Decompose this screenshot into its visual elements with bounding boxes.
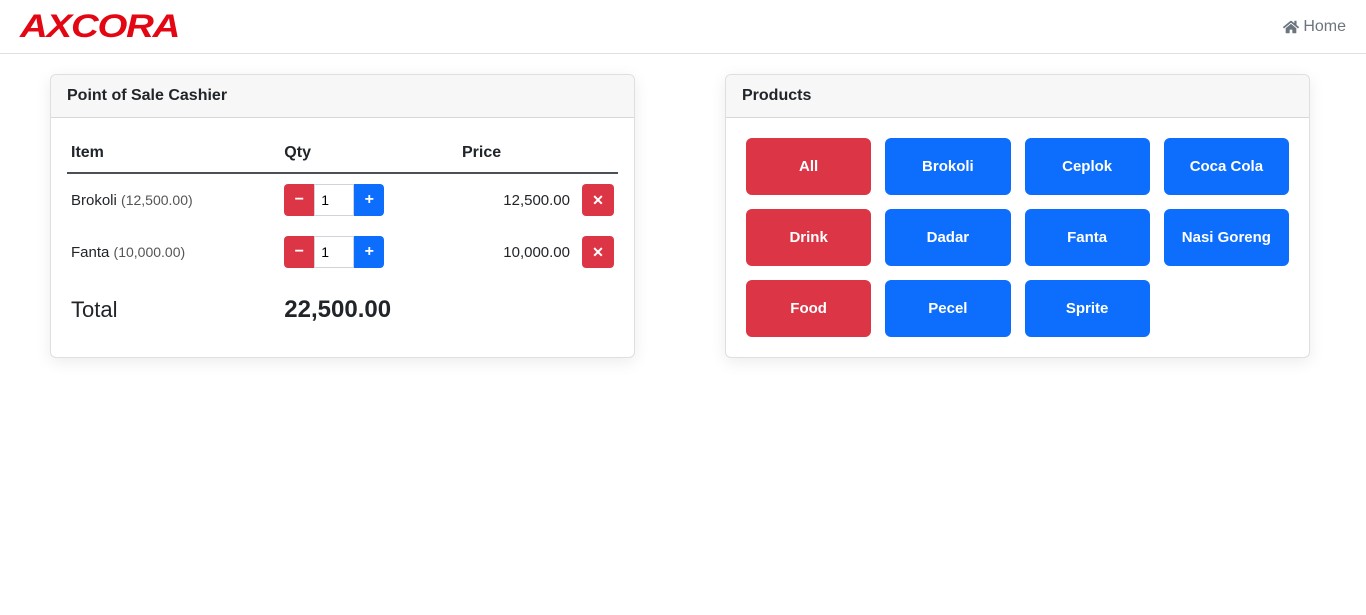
navbar: AXCORA Home — [0, 0, 1366, 54]
qty-plus-button[interactable]: + — [354, 184, 384, 216]
quantity-stepper: −+ — [284, 184, 454, 216]
product-button-sprite[interactable]: Sprite — [1025, 280, 1150, 337]
cashier-title: Point of Sale Cashier — [51, 75, 634, 118]
table-row: Fanta (10,000.00)−+10,000.00✕ — [67, 226, 618, 278]
qty-minus-button[interactable]: − — [284, 184, 314, 216]
price-cell: 12,500.00 — [458, 173, 578, 226]
product-button-nasi-goreng[interactable]: Nasi Goreng — [1164, 209, 1289, 266]
product-button-ceplok[interactable]: Ceplok — [1025, 138, 1150, 195]
product-button-pecel[interactable]: Pecel — [885, 280, 1010, 337]
product-button-all[interactable]: All — [746, 138, 871, 195]
cashier-panel: Point of Sale Cashier Item Qty Price Bro… — [50, 74, 635, 358]
product-button-food[interactable]: Food — [746, 280, 871, 337]
total-row: Total22,500.00 — [67, 278, 618, 334]
products-panel: Products AllBrokoli CeplokCoca Cola DrinkD… — [725, 74, 1310, 358]
item-unit-price: (10,000.00) — [114, 244, 186, 260]
brand-logo: AXCORA — [20, 8, 179, 45]
item-name: Brokoli — [71, 192, 117, 209]
qty-cell: −+ — [280, 173, 458, 226]
product-button-dadar[interactable]: Dadar — [885, 209, 1010, 266]
products-title: Products — [726, 75, 1309, 118]
item-cell: Brokoli (12,500.00) — [67, 173, 280, 226]
qty-input[interactable] — [314, 184, 354, 216]
col-delete — [578, 134, 618, 173]
delete-cell: ✕ — [578, 226, 618, 278]
product-button-coca-cola[interactable]: Coca Cola — [1164, 138, 1289, 195]
delete-cell: ✕ — [578, 173, 618, 226]
product-button-drink[interactable]: Drink — [746, 209, 871, 266]
product-grid: AllBrokoli CeplokCoca Cola DrinkDadar Fanta… — [726, 118, 1309, 357]
total-label: Total — [67, 278, 280, 334]
price-cell: 10,000.00 — [458, 226, 578, 278]
col-item: Item — [67, 134, 280, 173]
table-row: Brokoli (12,500.00)−+12,500.00✕ — [67, 173, 618, 226]
col-price: Price — [458, 134, 578, 173]
qty-plus-button[interactable]: + — [354, 236, 384, 268]
home-link[interactable]: Home — [1283, 18, 1346, 36]
total-value: 22,500.00 — [280, 278, 618, 334]
cashier-table: Item Qty Price Brokoli (12,500.00)−+12,5… — [67, 134, 618, 334]
qty-input[interactable] — [314, 236, 354, 268]
qty-cell: −+ — [280, 226, 458, 278]
qty-minus-button[interactable]: − — [284, 236, 314, 268]
product-button-brokoli[interactable]: Brokoli — [885, 138, 1010, 195]
quantity-stepper: −+ — [284, 236, 454, 268]
item-unit-price: (12,500.00) — [121, 192, 193, 208]
item-cell: Fanta (10,000.00) — [67, 226, 280, 278]
col-qty: Qty — [280, 134, 458, 173]
delete-button[interactable]: ✕ — [582, 184, 614, 216]
home-icon — [1283, 19, 1299, 35]
delete-button[interactable]: ✕ — [582, 236, 614, 268]
product-button-fanta[interactable]: Fanta — [1025, 209, 1150, 266]
main-container: Point of Sale Cashier Item Qty Price Bro… — [0, 54, 1366, 378]
item-name: Fanta — [71, 244, 109, 261]
home-label: Home — [1303, 18, 1346, 36]
